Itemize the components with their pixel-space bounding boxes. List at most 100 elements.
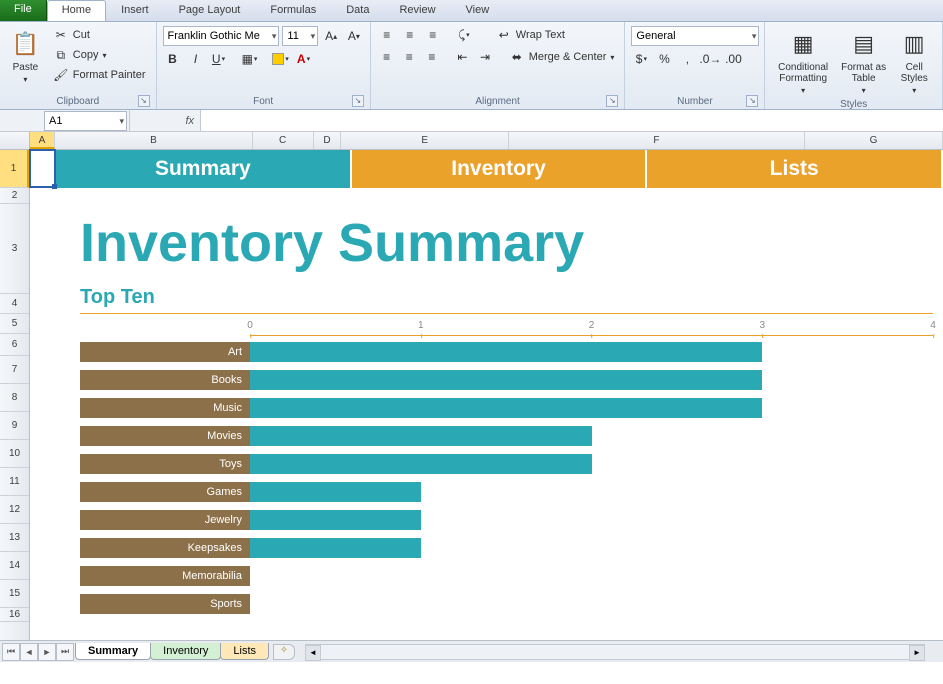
increase-decimal-button[interactable]: .0→ [700,50,720,68]
row-headers[interactable]: 12345678910111213141516 [0,150,30,662]
ribbon-tab-page-layout[interactable]: Page Layout [164,0,256,21]
bar-row: Sports [80,592,933,616]
sheet-tab-summary[interactable]: Summary [75,643,151,660]
row-header-14[interactable]: 14 [0,552,29,580]
copy-button[interactable]: ⧉ Copy ▾ [49,46,150,64]
orientation-button[interactable]: ⤹▾ [454,26,474,44]
row-header-10[interactable]: 10 [0,440,29,468]
fx-icon[interactable]: fx [185,115,194,127]
font-color-button[interactable]: A▾ [294,50,314,68]
row-header-11[interactable]: 11 [0,468,29,496]
nav-inventory[interactable]: Inventory [352,150,648,188]
align-middle-button[interactable]: ≡ [400,26,420,44]
wrap-text-button[interactable]: ↩ Wrap Text [492,26,569,44]
row-header-13[interactable]: 13 [0,524,29,552]
decrease-decimal-button[interactable]: .00 [723,50,743,68]
align-bottom-button[interactable]: ≡ [423,26,443,44]
ribbon-tab-review[interactable]: Review [384,0,450,21]
conditional-formatting-icon: ▦ [787,28,819,60]
bold-button[interactable]: B [163,50,183,68]
align-top-button[interactable]: ≡ [377,26,397,44]
sheet-tab-inventory[interactable]: Inventory [150,643,221,660]
bar-row: Books [80,368,933,392]
select-all-corner[interactable] [0,132,30,149]
name-box[interactable]: A1 [44,111,127,131]
tab-nav-first[interactable]: ⏮ [2,643,20,661]
col-header-A[interactable]: A [30,132,56,149]
row-header-5[interactable]: 5 [0,314,29,334]
bar-row: Memorabilia [80,564,933,588]
percent-button[interactable]: % [654,50,674,68]
row-header-4[interactable]: 4 [0,294,29,314]
font-size-combo[interactable]: 11 [282,26,318,46]
new-sheet-button[interactable]: ✧ [273,644,295,660]
col-header-G[interactable]: G [805,132,943,149]
conditional-formatting-button[interactable]: ▦ Conditional Formatting▾ [771,26,834,97]
tab-nav-prev[interactable]: ◄ [20,643,38,661]
row-header-9[interactable]: 9 [0,412,29,440]
shrink-font-button[interactable]: A▾ [344,27,364,45]
dialog-launcher-icon[interactable]: ↘ [746,95,758,107]
ribbon-tab-data[interactable]: Data [331,0,384,21]
row-header-2[interactable]: 2 [0,188,29,204]
row-header-6[interactable]: 6 [0,334,29,356]
divider-rule [80,313,933,314]
formula-input[interactable] [200,110,943,131]
col-header-E[interactable]: E [341,132,509,149]
axis-tick: 2 [589,320,595,331]
dialog-launcher-icon[interactable]: ↘ [606,95,618,107]
decrease-indent-button[interactable]: ⇤ [453,48,473,66]
dialog-launcher-icon[interactable]: ↘ [138,95,150,107]
merge-center-button[interactable]: ⬌ Merge & Center ▾ [505,48,619,66]
ribbon-tab-formulas[interactable]: Formulas [255,0,331,21]
comma-button[interactable]: , [677,50,697,68]
ribbon-tab-insert[interactable]: Insert [106,0,164,21]
cell-styles-button[interactable]: ▥ Cell Styles▾ [892,26,936,97]
bar-fill [250,426,592,446]
col-header-F[interactable]: F [509,132,805,149]
fill-color-button[interactable]: ▾ [271,50,291,68]
paste-button[interactable]: 📋 Paste ▾ [6,26,45,86]
number-format-combo[interactable]: General [631,26,759,46]
currency-button[interactable]: $▾ [631,50,651,68]
nav-summary[interactable]: Summary [56,150,352,188]
ribbon-tab-view[interactable]: View [451,0,505,21]
format-painter-button[interactable]: 🖌 Format Painter [49,66,150,84]
format-as-table-button[interactable]: ▤ Format as Table▾ [839,26,889,97]
bar-fill [250,482,421,502]
horizontal-scrollbar[interactable] [305,644,925,660]
underline-button[interactable]: U▾ [209,50,229,68]
tab-nav-last[interactable]: ⏭ [56,643,74,661]
row-header-8[interactable]: 8 [0,384,29,412]
cond-fmt-label: Conditional Formatting [773,62,832,84]
row-header-3[interactable]: 3 [0,204,29,294]
align-left-button[interactable]: ≡ [377,48,397,66]
row-header-15[interactable]: 15 [0,580,29,608]
italic-button[interactable]: I [186,50,206,68]
tab-nav-next[interactable]: ► [38,643,56,661]
ribbon-tab-home[interactable]: Home [47,0,106,21]
col-header-D[interactable]: D [314,132,342,149]
cells-area[interactable]: SummaryInventoryLists Inventory Summary … [30,150,943,662]
dialog-launcher-icon[interactable]: ↘ [352,95,364,107]
row-header-16[interactable]: 16 [0,608,29,622]
align-right-button[interactable]: ≡ [422,48,442,66]
column-headers[interactable]: ABCDEFG [0,132,943,150]
spreadsheet-grid[interactable]: ABCDEFG 12345678910111213141516 SummaryI… [0,132,943,662]
cut-button[interactable]: ✂ Cut [49,26,150,44]
row-header-12[interactable]: 12 [0,496,29,524]
col-header-B[interactable]: B [55,132,252,149]
increase-indent-button[interactable]: ⇥ [475,48,495,66]
col-header-C[interactable]: C [253,132,314,149]
row-header-1[interactable]: 1 [0,150,29,188]
grow-font-button[interactable]: A▴ [321,27,341,45]
font-name-combo[interactable]: Franklin Gothic Me [163,26,280,46]
bar-label: Keepsakes [80,538,250,558]
border-button[interactable]: ▦▾ [240,50,260,68]
chevron-down-icon: ▾ [610,53,614,62]
row-header-7[interactable]: 7 [0,356,29,384]
sheet-tab-lists[interactable]: Lists [220,643,269,660]
nav-lists[interactable]: Lists [647,150,943,188]
file-tab[interactable]: File [0,0,47,21]
align-center-button[interactable]: ≡ [399,48,419,66]
